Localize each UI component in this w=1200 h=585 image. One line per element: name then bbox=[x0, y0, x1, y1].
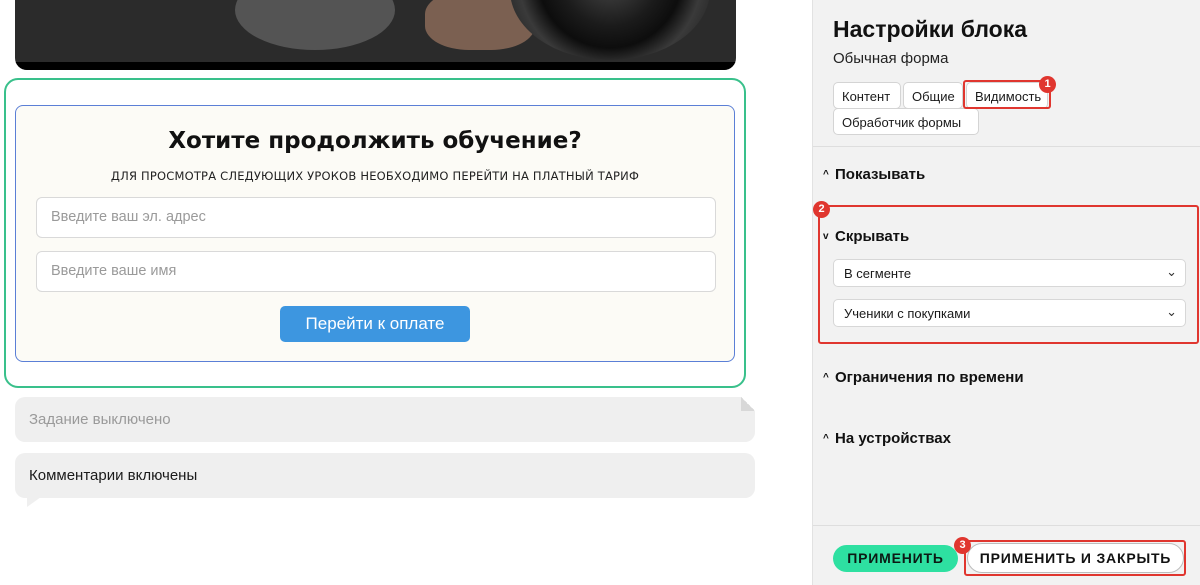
form-title: Хотите продолжить обучение? bbox=[168, 128, 582, 154]
section-hide-label: Скрывать bbox=[835, 228, 910, 245]
corner-fold-icon bbox=[741, 397, 755, 411]
tab-general[interactable]: Общие bbox=[903, 82, 963, 109]
hide-condition-value: В сегменте bbox=[844, 266, 912, 281]
email-field[interactable]: Введите ваш эл. адрес bbox=[36, 197, 716, 238]
section-show[interactable]: ^ Показывать bbox=[823, 166, 925, 183]
hide-segment-value: Ученики с покупками bbox=[844, 306, 971, 321]
camera-lens-image bbox=[510, 0, 710, 60]
lesson-image[interactable] bbox=[15, 0, 736, 70]
go-to-payment-button[interactable]: Перейти к оплате bbox=[280, 306, 470, 342]
apply-button[interactable]: ПРИМЕНИТЬ bbox=[833, 545, 958, 572]
tab-form-handler[interactable]: Обработчик формы bbox=[833, 108, 979, 135]
tab-content[interactable]: Контент bbox=[833, 82, 901, 109]
chevron-up-icon: ^ bbox=[823, 433, 829, 444]
paywall-form[interactable]: Хотите продолжить обучение? ДЛЯ ПРОСМОТР… bbox=[15, 105, 735, 362]
chevron-down-icon: v bbox=[823, 231, 829, 242]
image-edge bbox=[15, 62, 736, 70]
block-settings-panel: Настройки блока Обычная форма Контент Об… bbox=[812, 0, 1200, 585]
step-badge-3: 3 bbox=[954, 537, 971, 554]
chevron-up-icon: ^ bbox=[823, 372, 829, 383]
section-time-limits[interactable]: ^ Ограничения по времени bbox=[823, 369, 1024, 386]
form-subtitle: ДЛЯ ПРОСМОТРА СЛЕДУЮЩИХ УРОКОВ НЕОБХОДИМ… bbox=[110, 169, 640, 183]
comments-status-text: Комментарии включены bbox=[29, 467, 198, 484]
section-hide[interactable]: v Скрывать bbox=[823, 228, 909, 245]
section-show-label: Показывать bbox=[835, 166, 926, 183]
hide-segment-select[interactable]: Ученики с покупками ⌄ bbox=[833, 299, 1186, 327]
editor-root: Хотите продолжить обучение? ДЛЯ ПРОСМОТР… bbox=[0, 0, 1200, 585]
panel-title: Настройки блока bbox=[833, 16, 1028, 42]
chevron-down-icon: ⌄ bbox=[1166, 304, 1177, 319]
section-time-label: Ограничения по времени bbox=[835, 369, 1024, 386]
step-badge-1: 1 bbox=[1039, 76, 1056, 93]
step-badge-2: 2 bbox=[813, 201, 830, 218]
apply-and-close-button[interactable]: ПРИМЕНИТЬ И ЗАКРЫТЬ bbox=[967, 543, 1184, 573]
image-detail bbox=[235, 0, 395, 50]
hide-condition-select[interactable]: В сегменте ⌄ bbox=[833, 259, 1186, 287]
section-devices-label: На устройствах bbox=[835, 430, 951, 447]
task-status-text: Задание выключено bbox=[29, 411, 171, 428]
chevron-down-icon: ⌄ bbox=[1166, 264, 1177, 279]
page-canvas: Хотите продолжить обучение? ДЛЯ ПРОСМОТР… bbox=[0, 0, 812, 585]
highlight-visibility-tab bbox=[963, 80, 1051, 109]
divider bbox=[813, 146, 1200, 147]
task-status-block[interactable]: Задание выключено bbox=[15, 397, 755, 442]
comments-status-block[interactable]: Комментарии включены bbox=[15, 453, 755, 507]
speech-tail-icon bbox=[27, 497, 41, 507]
section-devices[interactable]: ^ На устройствах bbox=[823, 430, 951, 447]
panel-subtitle: Обычная форма bbox=[833, 50, 949, 67]
name-field[interactable]: Введите ваше имя bbox=[36, 251, 716, 292]
divider bbox=[813, 525, 1200, 526]
chevron-up-icon: ^ bbox=[823, 169, 829, 180]
